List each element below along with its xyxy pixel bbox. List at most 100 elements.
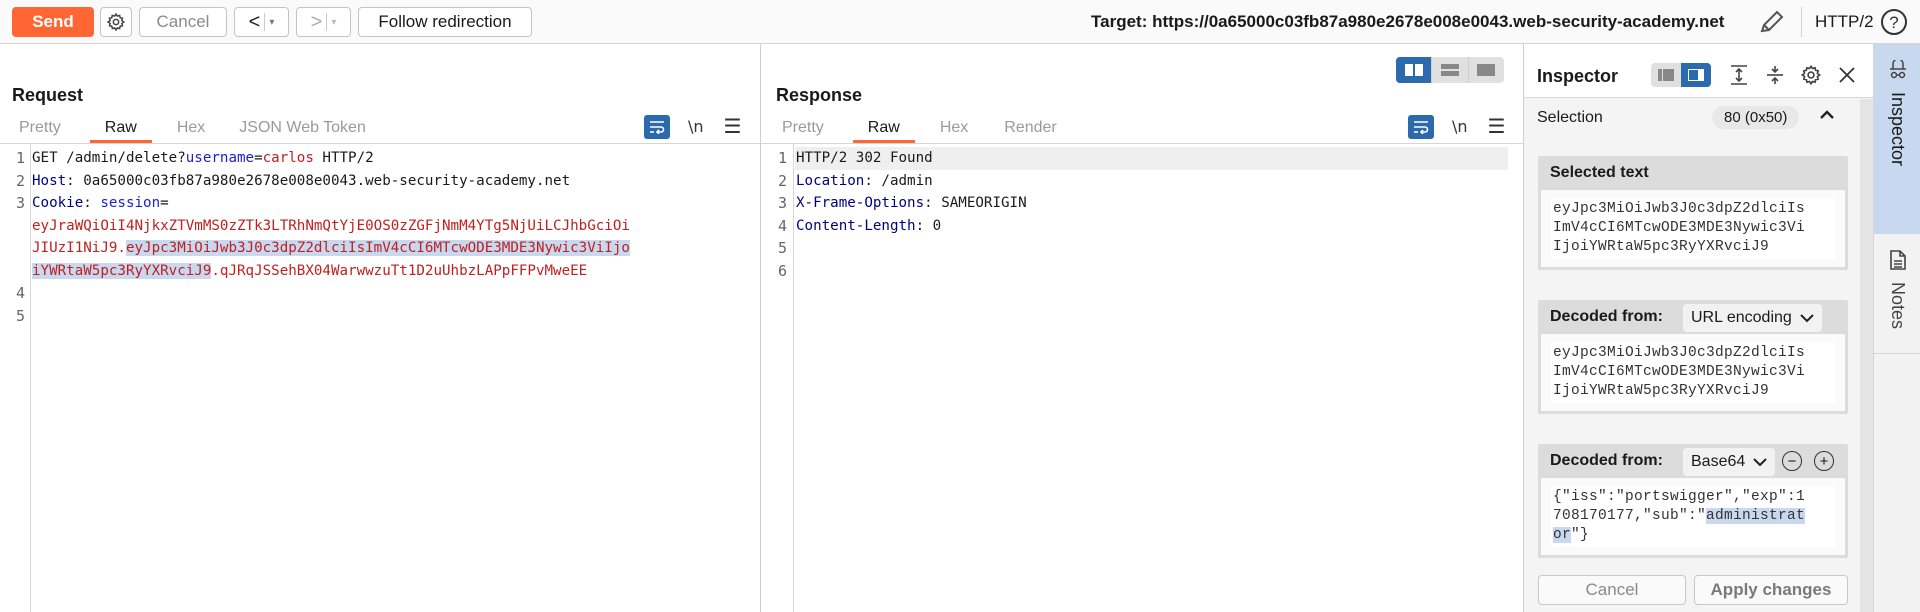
pencil-icon[interactable] (1758, 9, 1786, 35)
cookie-equals: = (160, 195, 169, 211)
decoded-url-header: Decoded from: URL encoding (1538, 300, 1848, 334)
newline-toggle-icon[interactable]: \n (1452, 117, 1468, 136)
decoded-base64-card: Decoded from: Base64 − + {"iss":"portswi… (1538, 444, 1848, 558)
panel-divider[interactable] (760, 44, 761, 612)
tab-hex[interactable]: Hex (940, 117, 968, 143)
header-separator: : (83, 195, 101, 211)
inspector-dock-left-button[interactable] (1651, 63, 1681, 87)
close-icon[interactable] (1836, 64, 1858, 86)
selected-text-value[interactable]: eyJpc3MiOiJwb3J0c3dpZ2dlciIs ImV4cCI6MTc… (1551, 198, 1835, 259)
request-tabs: Pretty Raw Hex JSON Web Token (19, 117, 366, 143)
send-button[interactable]: Send (12, 7, 94, 37)
add-decoding-icon[interactable]: + (1814, 451, 1834, 471)
tab-json-web-token[interactable]: JSON Web Token (239, 117, 366, 143)
response-editor[interactable]: HTTP/2 302 Found Location: /admin X-Fram… (796, 147, 1027, 282)
line-number: 1 (15, 149, 25, 167)
tab-pretty[interactable]: Pretty (19, 117, 61, 143)
dropdown-arrow-icon[interactable]: ▾ (269, 17, 274, 28)
notes-icon (1889, 250, 1906, 270)
encoding-select[interactable]: Base64 (1683, 448, 1776, 476)
request-title: Request (12, 85, 84, 105)
menu-icon[interactable]: ☰ (1488, 114, 1506, 139)
layout-side-by-side-button[interactable] (1396, 57, 1433, 83)
decoded-base64-value[interactable]: {"iss":"portswigger","exp":1 708170177,"… (1551, 486, 1835, 547)
header-value: : SAMEORIGIN (924, 195, 1027, 211)
inspector-dock-right-button[interactable] (1681, 63, 1711, 87)
selected-jwt-payload: eyJpc3MiOiJwb3J0c3dpZ2dlciIsImV4cCI6MTcw… (125, 240, 630, 256)
chevron-up-icon[interactable] (1819, 107, 1835, 125)
tab-raw[interactable]: Raw (89, 117, 152, 143)
expand-all-icon[interactable] (1728, 64, 1750, 86)
separator (326, 13, 328, 31)
inspector-scrollbar[interactable] (1860, 99, 1874, 612)
response-gutter-border (793, 144, 794, 612)
follow-redirection-button[interactable]: Follow redirection (358, 7, 532, 37)
rail-tab-notes[interactable]: Notes (1874, 234, 1920, 354)
cancel-button[interactable]: Cancel (139, 7, 227, 37)
line-number (0, 260, 28, 283)
tab-raw[interactable]: Raw (852, 117, 915, 143)
request-line-1: GET /admin/delete?username=carlos HTTP/2 (32, 147, 630, 170)
chevron-right-icon: > (310, 10, 323, 33)
line-number: 4 (15, 284, 25, 302)
back-button[interactable]: < ▾ (234, 7, 289, 37)
decoded-url-value[interactable]: eyJpc3MiOiJwb3J0c3dpZ2dlciIs ImV4cCI6MTc… (1551, 342, 1835, 403)
remove-decoding-icon[interactable]: − (1782, 451, 1802, 471)
line-number: 4 (777, 216, 787, 235)
menu-icon[interactable]: ☰ (724, 114, 742, 139)
newline-toggle-icon[interactable]: \n (688, 117, 704, 136)
rail-tab-inspector[interactable]: Inspector (1874, 44, 1920, 234)
collapse-all-icon[interactable] (1764, 64, 1786, 86)
inspector-cancel-button[interactable]: Cancel (1538, 575, 1686, 605)
send-label: Send (32, 12, 74, 31)
layout-toggle (1396, 57, 1504, 83)
word-wrap-icon[interactable] (1408, 114, 1434, 139)
header-name: Cookie (32, 195, 84, 211)
header-name: Content-Length (796, 217, 916, 234)
response-line-4: Content-Length: 0 (796, 215, 1027, 238)
inspector-header: Inspector (1524, 44, 1874, 98)
highlighted-sub-value: or (1553, 527, 1572, 543)
response-tab-divider (761, 143, 1523, 144)
gear-icon (106, 12, 126, 32)
protocol-label[interactable]: HTTP/2 (1815, 12, 1874, 32)
line-number: 2 (777, 171, 787, 190)
line-number: 1 (777, 149, 787, 167)
apply-changes-label: Apply changes (1710, 580, 1832, 599)
chevron-down-icon (1800, 313, 1814, 322)
tab-hex[interactable]: Hex (177, 117, 205, 143)
layout-stacked-button[interactable] (1432, 57, 1469, 83)
selection-size-badge: 80 (0x50) (1712, 106, 1800, 129)
encoding-select[interactable]: URL encoding (1683, 304, 1822, 332)
query-param-value: carlos (262, 150, 314, 166)
decoded-base64-header: Decoded from: Base64 − + (1538, 444, 1848, 478)
help-icon[interactable]: ? (1880, 8, 1908, 36)
word-wrap-icon[interactable] (644, 114, 670, 139)
inspector-settings-icon[interactable] (1800, 64, 1822, 86)
forward-button[interactable]: > ▾ (296, 7, 351, 37)
header-value: : /admin (864, 172, 933, 189)
request-gutter-border (30, 144, 31, 612)
request-editor-options: \n ☰ (644, 114, 741, 139)
request-settings-button[interactable] (100, 7, 132, 37)
cancel-label: Cancel (156, 12, 210, 31)
line-number: 2 (15, 171, 25, 190)
tab-pretty[interactable]: Pretty (782, 117, 824, 143)
tab-render[interactable]: Render (1004, 117, 1056, 143)
request-editor[interactable]: GET /admin/delete?username=carlos HTTP/2… (32, 147, 630, 327)
decoded-json-line: {"iss":"portswigger","exp":1 (1553, 489, 1806, 505)
chevron-down-icon (1753, 457, 1767, 466)
line-number: 6 (777, 261, 787, 280)
cookie-name: session (100, 195, 161, 211)
selection-row[interactable]: Selection 80 (0x50) (1524, 99, 1854, 139)
layout-tabs-button[interactable] (1469, 57, 1504, 83)
request-protocol: HTTP/2 (313, 150, 374, 166)
target-url: Target: https://0a65000c03fb87a980e2678e… (1091, 12, 1725, 31)
dropdown-arrow-icon[interactable]: ▾ (331, 17, 336, 28)
rail-notes-label: Notes (1888, 282, 1908, 330)
inspector-spy-icon (1889, 60, 1906, 79)
response-line-numbers: 1 2 3 4 5 6 (762, 147, 790, 282)
apply-changes-button[interactable]: Apply changes (1694, 575, 1848, 605)
side-rail: Inspector Notes (1873, 44, 1920, 612)
toolbar-divider (1801, 7, 1802, 37)
